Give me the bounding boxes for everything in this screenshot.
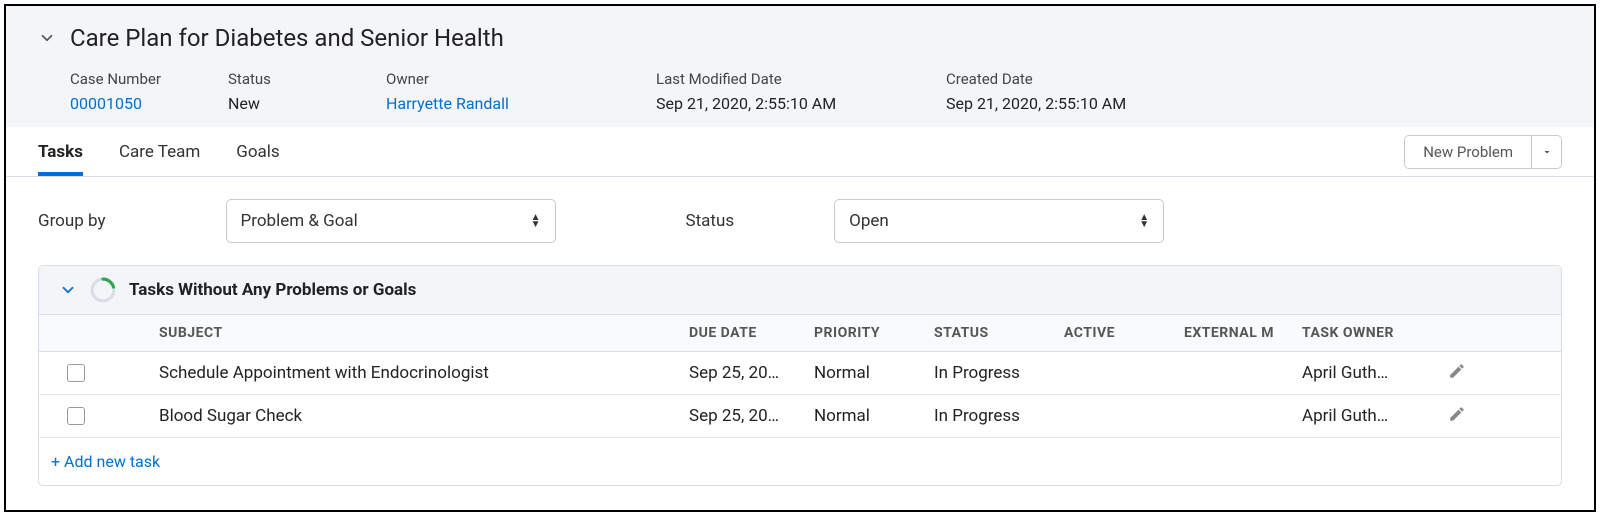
col-status[interactable]: Status [934, 325, 1064, 341]
cell-status: In Progress [934, 406, 1064, 426]
tabs-right: New Problem [1404, 135, 1562, 169]
section-collapse-icon[interactable] [59, 281, 77, 299]
owner-block: Owner Harryette Randall [386, 70, 656, 113]
col-active[interactable]: Active [1064, 325, 1184, 341]
group-by-value: Problem & Goal [241, 211, 358, 231]
page-title-row: Care Plan for Diabetes and Senior Health [38, 24, 1562, 52]
tab-care-team[interactable]: Care Team [119, 127, 200, 176]
cell-status: In Progress [934, 363, 1064, 383]
col-due-date[interactable]: Due Date [689, 325, 814, 341]
status-label: Status [228, 70, 386, 88]
page-title: Care Plan for Diabetes and Senior Health [70, 24, 504, 52]
tab-goals[interactable]: Goals [236, 127, 279, 176]
created-date-label: Created Date [946, 70, 1206, 88]
cell-subject[interactable]: Blood Sugar Check [159, 406, 689, 426]
tab-tasks[interactable]: Tasks [38, 127, 83, 176]
edit-icon[interactable] [1448, 405, 1466, 427]
tabs-left: Tasks Care Team Goals [38, 127, 280, 176]
add-new-task-link[interactable]: + Add new task [39, 438, 1561, 485]
status-block: Status New [228, 70, 386, 113]
col-subject[interactable]: Subject [159, 325, 689, 341]
cell-subject[interactable]: Schedule Appointment with Endocrinologis… [159, 363, 689, 383]
collapse-icon[interactable] [38, 29, 56, 47]
edit-icon[interactable] [1448, 362, 1466, 384]
owner-label: Owner [386, 70, 656, 88]
cell-priority: Normal [814, 363, 934, 383]
caret-down-icon [1541, 146, 1553, 158]
last-modified-value: Sep 21, 2020, 2:55:10 AM [656, 94, 946, 113]
col-actions [1427, 325, 1487, 341]
cell-owner: April Guth… [1302, 406, 1427, 426]
header-section: Care Plan for Diabetes and Senior Health… [6, 6, 1594, 127]
col-external[interactable]: External M [1184, 325, 1302, 341]
cell-due-date: Sep 25, 20… [689, 363, 814, 383]
created-date-value: Sep 21, 2020, 2:55:10 AM [946, 94, 1206, 113]
case-number-label: Case Number [70, 70, 228, 88]
status-value: New [228, 94, 386, 113]
progress-ring-icon [89, 276, 117, 304]
tabs-row: Tasks Care Team Goals New Problem [6, 127, 1594, 177]
section-header: Tasks Without Any Problems or Goals [39, 266, 1561, 314]
group-by-label: Group by [38, 211, 106, 231]
new-problem-button-group: New Problem [1404, 135, 1562, 169]
table-row: Schedule Appointment with Endocrinologis… [39, 352, 1561, 395]
cell-due-date: Sep 25, 20… [689, 406, 814, 426]
sort-arrows-icon: ▲▼ [531, 214, 541, 228]
info-row: Case Number 00001050 Status New Owner Ha… [38, 70, 1562, 113]
col-owner[interactable]: Task Owner [1302, 325, 1427, 341]
case-number-block: Case Number 00001050 [70, 70, 228, 113]
table-row: Blood Sugar Check Sep 25, 20… Normal In … [39, 395, 1561, 438]
created-date-block: Created Date Sep 21, 2020, 2:55:10 AM [946, 70, 1206, 113]
last-modified-label: Last Modified Date [656, 70, 946, 88]
new-problem-dropdown[interactable] [1531, 136, 1561, 168]
row-checkbox[interactable] [67, 364, 85, 382]
col-priority[interactable]: Priority [814, 325, 934, 341]
group-by-select[interactable]: Problem & Goal ▲▼ [226, 199, 556, 243]
tasks-section: Tasks Without Any Problems or Goals Subj… [38, 265, 1562, 486]
table-header: Subject Due Date Priority Status Active … [39, 314, 1561, 352]
status-filter-value: Open [849, 211, 889, 231]
status-filter-label: Status [686, 211, 735, 231]
section-title: Tasks Without Any Problems or Goals [129, 280, 416, 300]
cell-owner: April Guth… [1302, 363, 1427, 383]
table-header-spacer [39, 325, 159, 341]
row-checkbox[interactable] [67, 407, 85, 425]
care-plan-panel: Care Plan for Diabetes and Senior Health… [4, 4, 1596, 512]
filter-row: Group by Problem & Goal ▲▼ Status Open ▲… [6, 177, 1594, 265]
status-filter-select[interactable]: Open ▲▼ [834, 199, 1164, 243]
sort-arrows-icon: ▲▼ [1139, 214, 1149, 228]
case-number-link[interactable]: 00001050 [70, 94, 228, 113]
owner-link[interactable]: Harryette Randall [386, 94, 656, 113]
cell-priority: Normal [814, 406, 934, 426]
last-modified-block: Last Modified Date Sep 21, 2020, 2:55:10… [656, 70, 946, 113]
new-problem-button[interactable]: New Problem [1405, 136, 1531, 168]
